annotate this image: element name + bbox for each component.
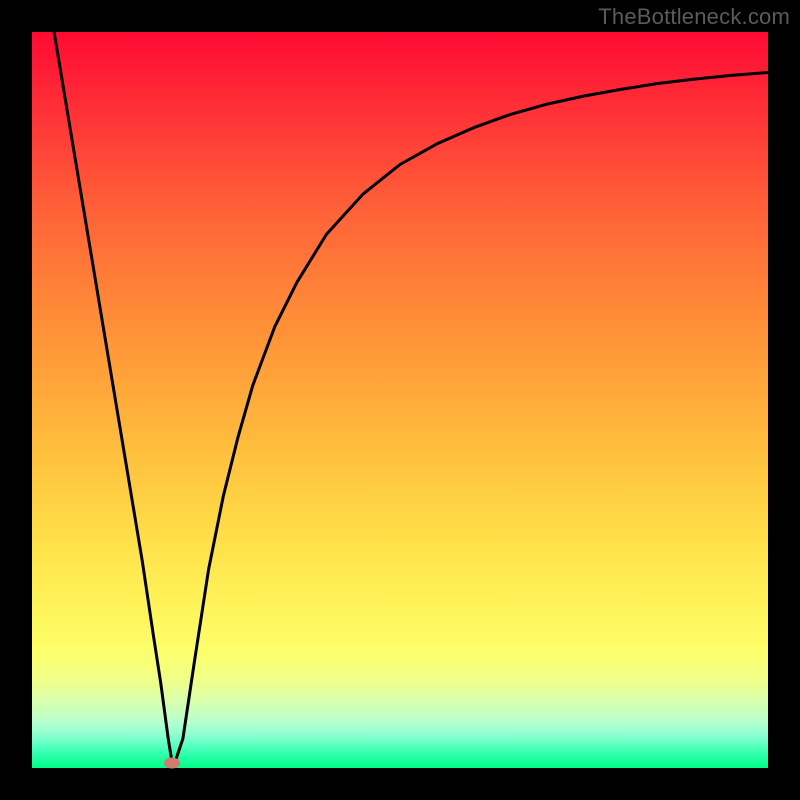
plot-area bbox=[32, 32, 768, 768]
bottleneck-curve bbox=[32, 32, 768, 768]
watermark-text: TheBottleneck.com bbox=[598, 4, 790, 30]
chart-frame: TheBottleneck.com bbox=[0, 0, 800, 800]
optimum-marker bbox=[164, 757, 180, 768]
